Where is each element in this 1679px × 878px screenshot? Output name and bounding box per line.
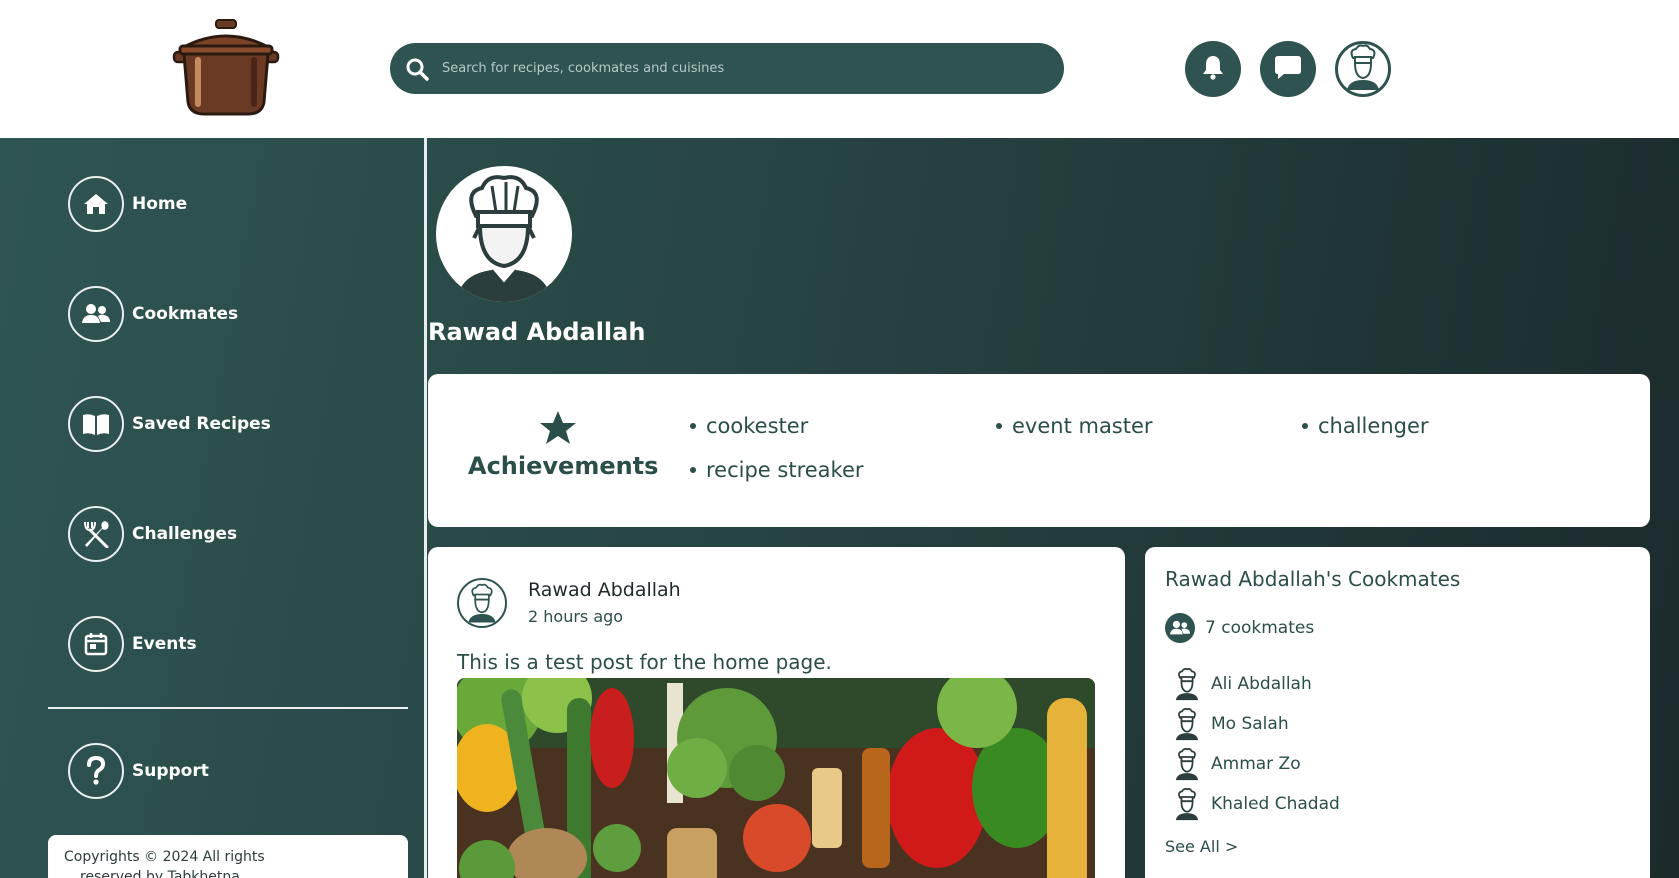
calendar-icon <box>68 616 124 672</box>
search-input[interactable] <box>442 61 1042 76</box>
achievement-item: recipe streaker <box>690 458 864 482</box>
copyright-text: Copyrights © 2024 All rights <box>64 849 265 865</box>
book-icon <box>68 396 124 452</box>
achievements-title: Achievements <box>468 452 659 480</box>
search-icon[interactable] <box>402 54 432 84</box>
users-icon <box>1165 613 1195 643</box>
notifications-button[interactable] <box>1185 41 1241 97</box>
sidebar-divider <box>48 707 408 709</box>
chef-avatar-icon <box>1175 788 1199 821</box>
achievement-item: event master <box>996 414 1153 438</box>
sidebar: Home Cookmates Saved Recipes Challenges … <box>0 138 424 878</box>
main-area: Home Cookmates Saved Recipes Challenges … <box>0 138 1679 878</box>
post-author-avatar[interactable] <box>457 578 507 628</box>
chef-avatar-icon <box>1175 668 1199 701</box>
chef-avatar-icon <box>1175 708 1199 741</box>
post-author-name[interactable]: Rawad Abdallah <box>528 579 681 601</box>
cookmate-name: Ammar Zo <box>1211 754 1301 774</box>
cookmate-item[interactable]: Ali Abdallah <box>1173 667 1312 701</box>
cookmate-name: Khaled Chadad <box>1211 794 1340 814</box>
search-bar[interactable] <box>390 43 1064 94</box>
pot-logo-icon[interactable] <box>168 18 284 118</box>
utensils-icon <box>68 506 124 562</box>
cookmate-item[interactable]: Ammar Zo <box>1173 747 1301 781</box>
post-text: This is a test post for the home page. <box>457 650 832 674</box>
cookmates-count: 7 cookmates <box>1165 613 1314 643</box>
chef-avatar-icon <box>468 583 496 623</box>
cookmate-name: Mo Salah <box>1211 714 1289 734</box>
cookmates-count-label: 7 cookmates <box>1205 618 1315 638</box>
sidebar-item-label: Events <box>132 634 197 654</box>
chef-avatar-icon <box>1175 748 1199 781</box>
sidebar-item-label: Home <box>132 194 188 214</box>
copyright-text: reserved by Tabkhetna <box>80 869 240 878</box>
chef-avatar-icon <box>456 175 552 302</box>
profile-name: Rawad Abdallah <box>428 318 646 346</box>
user-avatar-button[interactable] <box>1335 41 1391 97</box>
sidebar-item-cookmates[interactable]: Cookmates <box>68 286 238 342</box>
sidebar-item-events[interactable]: Events <box>68 616 197 672</box>
users-icon <box>68 286 124 342</box>
achievement-item: challenger <box>1302 414 1429 438</box>
chef-avatar-icon <box>1343 44 1383 94</box>
top-header <box>0 0 1679 138</box>
achievements-header: Achievements <box>468 410 659 480</box>
home-icon <box>68 176 124 232</box>
sidebar-item-label: Support <box>132 761 209 781</box>
messages-button[interactable] <box>1260 41 1316 97</box>
sidebar-item-label: Cookmates <box>132 304 239 324</box>
post-image[interactable] <box>457 678 1095 878</box>
achievements-card: Achievements cookester event master chal… <box>428 374 1650 527</box>
achievement-item: cookester <box>690 414 808 438</box>
sidebar-item-challenges[interactable]: Challenges <box>68 506 237 562</box>
sidebar-item-label: Saved Recipes <box>132 414 271 434</box>
cookmates-card: Rawad Abdallah's Cookmates 7 cookmates A… <box>1145 547 1650 878</box>
chat-icon <box>1274 54 1302 84</box>
sidebar-item-support[interactable]: Support <box>68 743 209 799</box>
sidebar-item-label: Challenges <box>132 524 238 544</box>
cookmate-item[interactable]: Khaled Chadad <box>1173 787 1340 821</box>
star-icon <box>540 411 576 444</box>
sidebar-item-home[interactable]: Home <box>68 176 187 232</box>
post-card: Rawad Abdallah 2 hours ago This is a tes… <box>428 547 1125 878</box>
profile-avatar <box>436 166 572 302</box>
cookmate-item[interactable]: Mo Salah <box>1173 707 1289 741</box>
copyright-card: Copyrights © 2024 All rights reserved by… <box>48 835 408 878</box>
cookmate-name: Ali Abdallah <box>1211 674 1312 694</box>
bell-icon <box>1201 54 1225 84</box>
sidebar-vertical-divider <box>424 138 427 878</box>
question-icon <box>68 743 124 799</box>
post-timestamp: 2 hours ago <box>528 607 624 626</box>
see-all-link[interactable]: See All > <box>1165 837 1238 856</box>
sidebar-item-saved-recipes[interactable]: Saved Recipes <box>68 396 271 452</box>
cookmates-title: Rawad Abdallah's Cookmates <box>1165 567 1461 591</box>
